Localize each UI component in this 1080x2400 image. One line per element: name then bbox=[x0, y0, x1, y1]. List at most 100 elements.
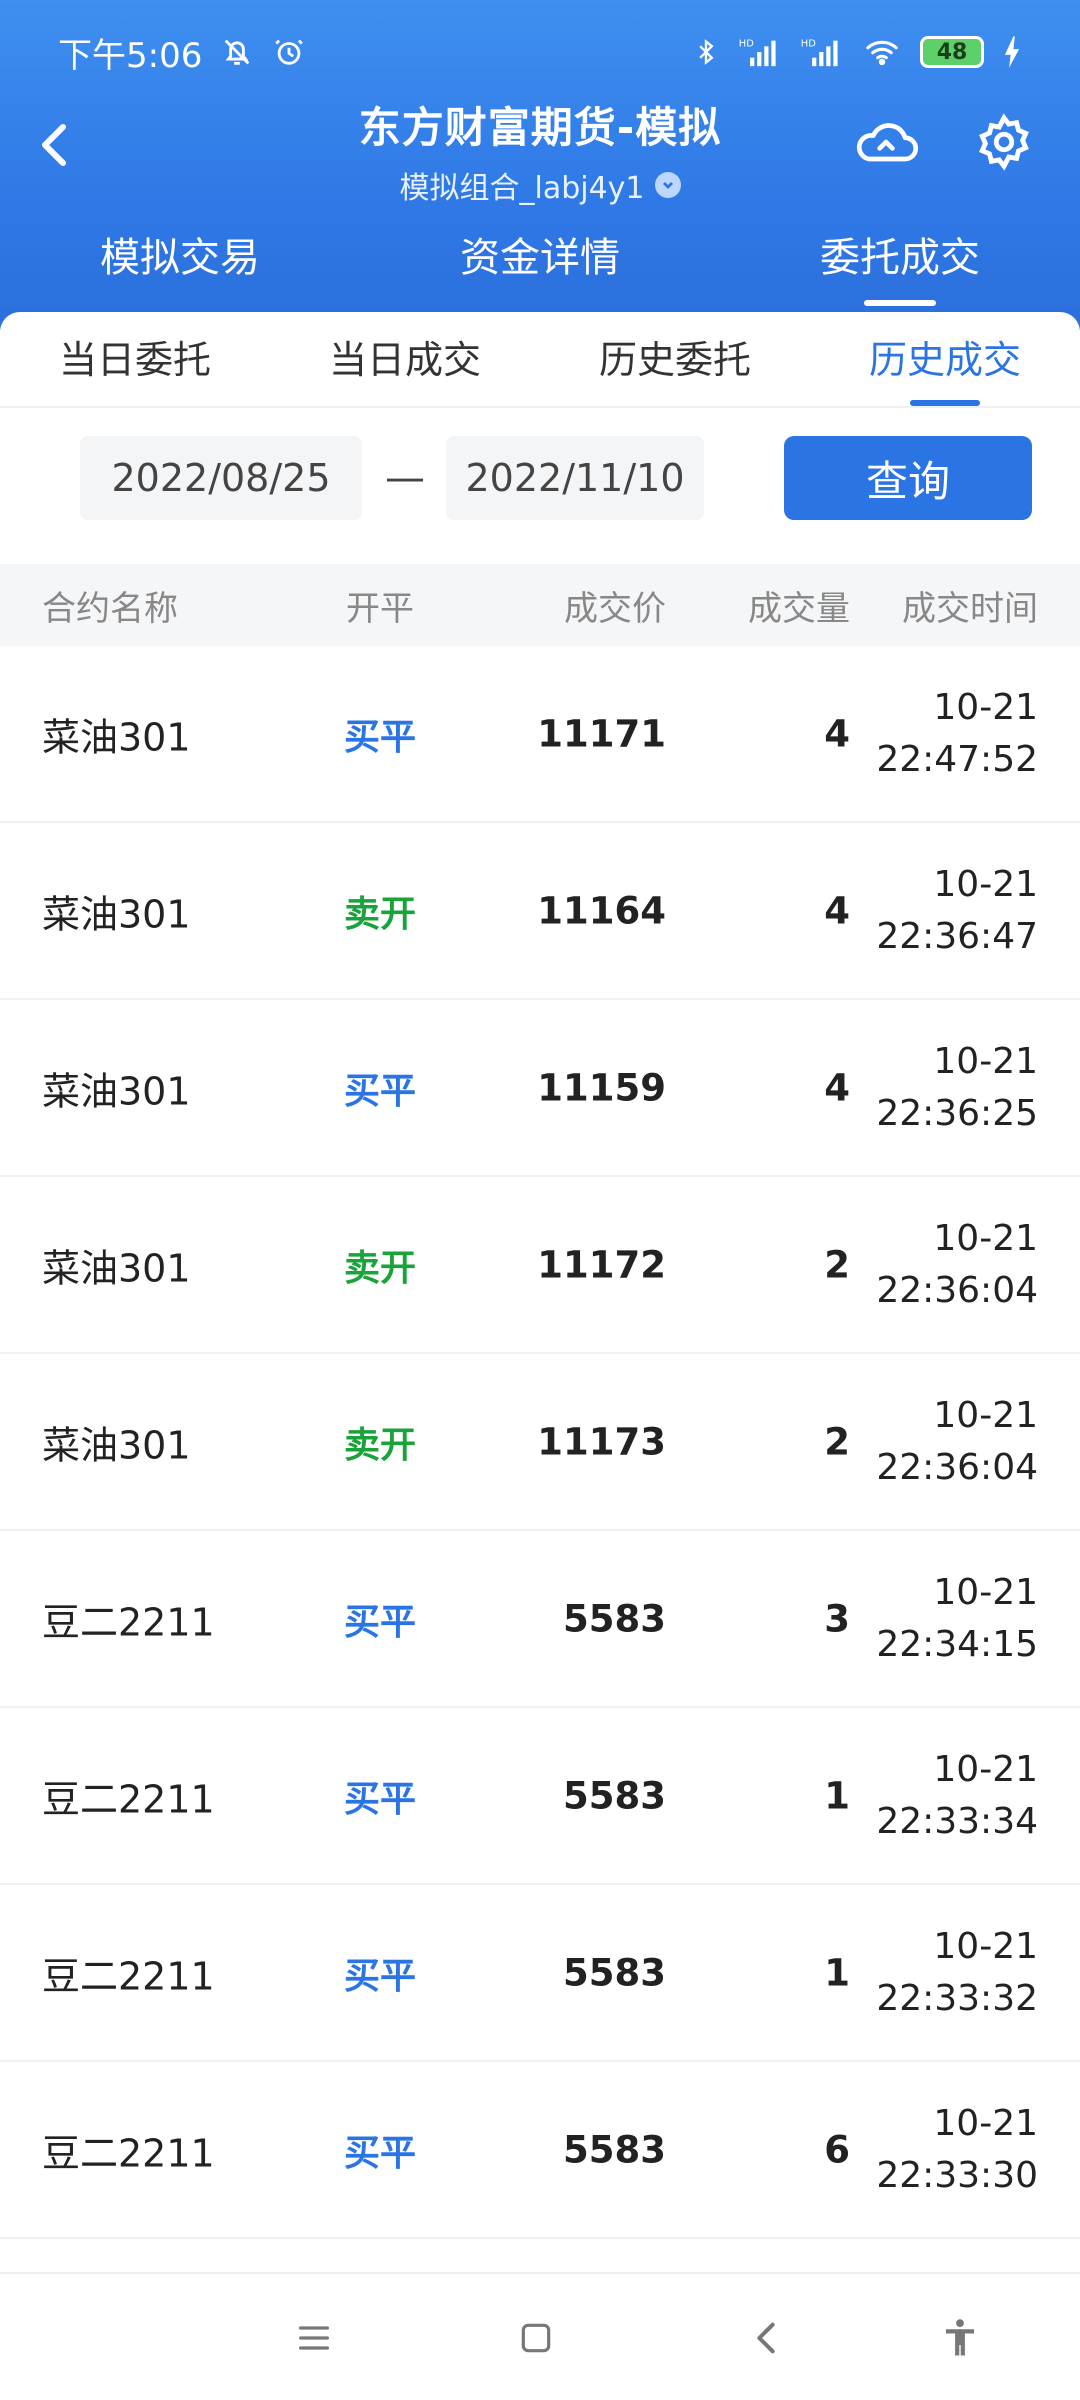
table-row[interactable]: 豆二2211 买平 5583 1 10-21 22:33:34 bbox=[0, 1708, 1080, 1885]
cloud-button[interactable] bbox=[848, 104, 924, 180]
menu-button[interactable] bbox=[284, 2308, 344, 2368]
open-close: 买平 bbox=[343, 2132, 416, 2174]
contract-name: 菜油301 bbox=[42, 892, 191, 936]
app-root: 下午5:06 HD HD 48 东方财富期货-模拟 模拟组合_labj4y1 模… bbox=[0, 0, 1080, 2400]
trade-date: 10-21 bbox=[933, 1571, 1038, 1613]
trade-clock: 22:36:25 bbox=[876, 1092, 1038, 1134]
trade-date: 10-21 bbox=[933, 2102, 1038, 2144]
status-time: 下午5:06 bbox=[58, 35, 203, 76]
nav-back-icon bbox=[757, 2322, 775, 2354]
table-row[interactable]: 菜油301 买平 11171 4 10-21 22:47:52 bbox=[0, 646, 1080, 823]
trade-price: 5583 bbox=[563, 1951, 666, 1994]
open-close: 卖开 bbox=[343, 893, 416, 935]
end-date-field[interactable]: 2022/11/10 bbox=[446, 436, 704, 520]
table-row[interactable]: 豆二2211 买平 5583 3 10-21 22:34:15 bbox=[0, 1531, 1080, 1708]
trade-time: 10-21 22:36:25 bbox=[876, 1036, 1038, 1140]
trade-qty: 4 bbox=[824, 712, 850, 755]
gear-icon bbox=[979, 113, 1029, 171]
title-bar: 东方财富期货-模拟 模拟组合_labj4y1 bbox=[0, 90, 1080, 206]
trade-price: 5583 bbox=[563, 1597, 666, 1640]
trade-date: 10-21 bbox=[933, 1925, 1038, 1967]
trade-date: 10-21 bbox=[933, 1217, 1038, 1259]
chevron-down-icon bbox=[654, 172, 681, 198]
bluetooth-icon bbox=[692, 35, 720, 69]
signal-icon-2: HD bbox=[800, 35, 844, 69]
table-row[interactable]: 豆二2211 买平 5583 6 10-21 22:33:30 bbox=[0, 2062, 1080, 2239]
mute-bell-icon bbox=[220, 35, 254, 69]
portfolio-selector[interactable]: 模拟组合_labj4y1 bbox=[260, 163, 820, 207]
home-button[interactable] bbox=[506, 2308, 566, 2368]
open-close: 买平 bbox=[343, 1601, 416, 1643]
trade-time: 10-21 22:33:34 bbox=[876, 1744, 1038, 1848]
hd-label-2: HD bbox=[801, 38, 816, 49]
trade-qty: 1 bbox=[824, 1774, 850, 1817]
table-row[interactable]: 豆二2211 买平 5583 1 10-21 22:33:32 bbox=[0, 1885, 1080, 2062]
trade-date: 10-21 bbox=[933, 686, 1038, 728]
hd-label-1: HD bbox=[739, 38, 754, 49]
signal-icon-1: HD bbox=[738, 35, 782, 69]
trade-time: 10-21 22:33:32 bbox=[876, 1921, 1038, 2025]
contract-name: 菜油301 bbox=[42, 1423, 191, 1467]
sub-tabs: 当日委托 当日成交 历史委托 历史成交 bbox=[0, 312, 1080, 408]
settings-button[interactable] bbox=[966, 104, 1042, 180]
trade-list: 菜油301 买平 11171 4 10-21 22:47:52 菜油301 卖开 … bbox=[0, 646, 1080, 2239]
contract-name: 豆二2211 bbox=[42, 2131, 215, 2175]
subtab-today-orders[interactable]: 当日委托 bbox=[0, 312, 270, 406]
trade-time: 10-21 22:36:47 bbox=[876, 859, 1038, 963]
contract-name: 豆二2211 bbox=[42, 1954, 215, 1998]
header-contract-name: 合约名称 bbox=[42, 588, 178, 629]
trade-clock: 22:34:15 bbox=[876, 1623, 1038, 1665]
trade-time: 10-21 22:33:30 bbox=[876, 2098, 1038, 2202]
table-row[interactable]: 菜油301 卖开 11164 4 10-21 22:36:47 bbox=[0, 823, 1080, 1000]
battery-indicator: 48 bbox=[920, 36, 984, 68]
header: 下午5:06 HD HD 48 东方财富期货-模拟 模拟组合_labj4y1 模… bbox=[0, 0, 1080, 330]
table-row[interactable]: 菜油301 卖开 11173 2 10-21 22:36:04 bbox=[0, 1354, 1080, 1531]
contract-name: 菜油301 bbox=[42, 1069, 191, 1113]
back-button[interactable] bbox=[20, 110, 90, 180]
trade-price: 11159 bbox=[537, 1066, 666, 1109]
trade-clock: 22:33:30 bbox=[876, 2154, 1038, 2196]
trade-date: 10-21 bbox=[933, 1040, 1038, 1082]
trade-qty: 4 bbox=[824, 889, 850, 932]
accessibility-icon bbox=[946, 2319, 974, 2356]
cloud-icon bbox=[856, 123, 919, 162]
menu-icon bbox=[299, 2326, 329, 2350]
query-button[interactable]: 查询 bbox=[784, 436, 1032, 520]
trade-price: 5583 bbox=[563, 2128, 666, 2171]
subtab-today-trades[interactable]: 当日成交 bbox=[270, 312, 540, 406]
status-left: 下午5:06 bbox=[58, 28, 306, 77]
date-filter: 2022/08/25 — 2022/11/10 查询 bbox=[0, 436, 1080, 520]
trade-price: 11173 bbox=[537, 1420, 666, 1463]
trade-clock: 22:33:32 bbox=[876, 1977, 1038, 2019]
trade-clock: 22:36:04 bbox=[876, 1269, 1038, 1311]
trade-price: 5583 bbox=[563, 1774, 666, 1817]
table-row[interactable]: 菜油301 买平 11159 4 10-21 22:36:25 bbox=[0, 1000, 1080, 1177]
accessibility-button[interactable] bbox=[930, 2308, 990, 2368]
status-right: HD HD 48 bbox=[692, 35, 1022, 69]
trade-clock: 22:47:52 bbox=[876, 738, 1038, 780]
trade-clock: 22:33:34 bbox=[876, 1800, 1038, 1842]
open-close: 买平 bbox=[343, 1778, 416, 1820]
system-nav-bar bbox=[0, 2272, 1080, 2400]
trade-time: 10-21 22:47:52 bbox=[876, 682, 1038, 786]
table-header: 合约名称 开平 成交价 成交量 成交时间 bbox=[0, 564, 1080, 646]
date-separator: — bbox=[385, 455, 425, 501]
trade-price: 11172 bbox=[537, 1243, 666, 1286]
header-open-close: 开平 bbox=[346, 588, 414, 629]
trade-time: 10-21 22:36:04 bbox=[876, 1213, 1038, 1317]
nav-back-button[interactable] bbox=[736, 2308, 796, 2368]
table-row[interactable]: 菜油301 卖开 11172 2 10-21 22:36:04 bbox=[0, 1177, 1080, 1354]
subtab-history-trades[interactable]: 历史成交 bbox=[810, 312, 1080, 406]
tab-orders-trades[interactable]: 委托成交 bbox=[720, 218, 1080, 298]
subtab-history-orders[interactable]: 历史委托 bbox=[540, 312, 810, 406]
trade-date: 10-21 bbox=[933, 863, 1038, 905]
trade-time: 10-21 22:36:04 bbox=[876, 1390, 1038, 1494]
start-date-field[interactable]: 2022/08/25 bbox=[80, 436, 362, 520]
tab-fund-details[interactable]: 资金详情 bbox=[360, 218, 720, 298]
main-tabs: 模拟交易 资金详情 委托成交 bbox=[0, 218, 1080, 298]
trade-qty: 1 bbox=[824, 1951, 850, 1994]
tab-sim-trade[interactable]: 模拟交易 bbox=[0, 218, 360, 298]
header-time: 成交时间 bbox=[902, 588, 1038, 629]
trade-clock: 22:36:04 bbox=[876, 1446, 1038, 1488]
title-group: 东方财富期货-模拟 模拟组合_labj4y1 bbox=[260, 94, 820, 207]
